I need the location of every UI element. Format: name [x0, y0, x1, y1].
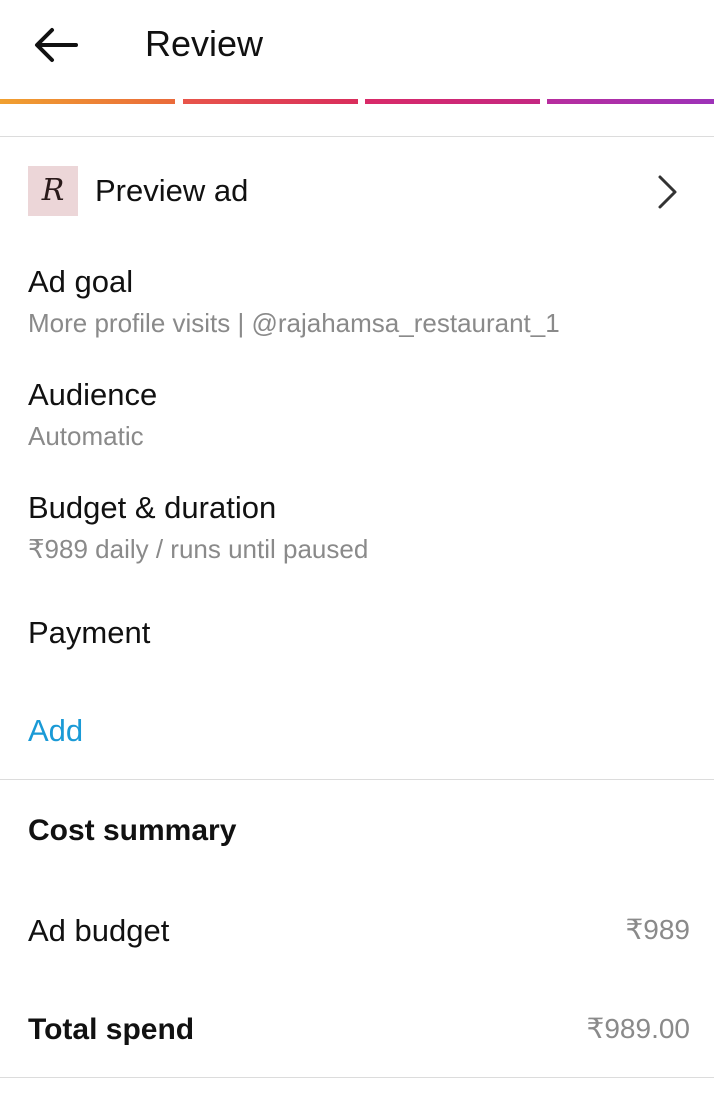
preview-ad-label: Preview ad	[95, 173, 249, 208]
thumbnail-logo-letter: R	[41, 173, 65, 208]
audience-title: Audience	[28, 377, 158, 412]
ad-thumbnail: R	[28, 166, 78, 216]
budget-duration-value: ₹989 daily / runs until paused	[28, 534, 369, 564]
progress-step-4	[547, 99, 714, 104]
progress-step-1	[0, 99, 175, 104]
preview-ad-row[interactable]: R Preview ad	[0, 150, 714, 232]
ad-budget-value: ₹989	[625, 914, 690, 945]
cost-summary-title: Cost summary	[28, 814, 237, 847]
app-header: Review	[0, 0, 714, 100]
back-arrow-icon	[35, 28, 78, 62]
progress-step-3	[365, 99, 540, 104]
divider	[0, 136, 714, 137]
chevron-right-icon	[658, 175, 677, 209]
budget-duration-title: Budget & duration	[28, 490, 277, 525]
progress-step-2	[183, 99, 358, 104]
audience-value: Automatic	[28, 421, 144, 451]
total-spend-value: ₹989.00	[586, 1013, 690, 1044]
step-progress-bar	[0, 99, 714, 104]
page-title: Review	[145, 23, 264, 64]
ad-goal-title: Ad goal	[28, 264, 134, 299]
payment-title: Payment	[28, 615, 151, 650]
ad-budget-label: Ad budget	[28, 913, 170, 948]
add-payment-link[interactable]: Add	[28, 712, 83, 750]
ad-goal-value: More profile visits | @rajahamsa_restaur…	[28, 308, 560, 338]
divider	[0, 1077, 714, 1078]
divider	[0, 779, 714, 780]
back-button[interactable]	[28, 22, 84, 68]
total-spend-label: Total spend	[28, 1013, 195, 1046]
